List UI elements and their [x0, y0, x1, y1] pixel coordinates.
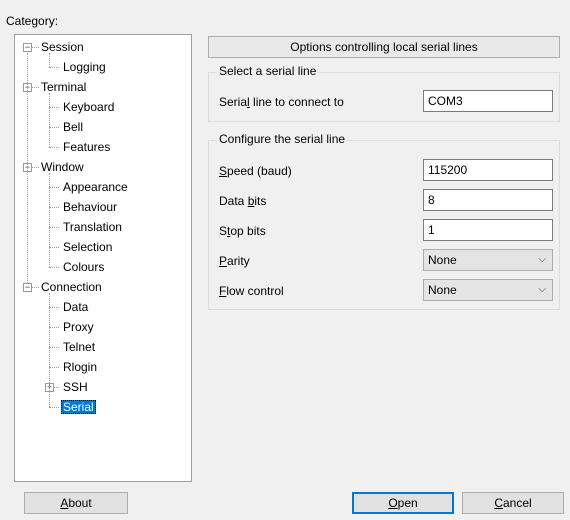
serial-line-label: Serial line to connect to	[219, 95, 344, 109]
tree-item-label: Serial	[61, 400, 96, 414]
collapse-icon[interactable]: −	[23, 283, 32, 292]
tree-connector	[49, 147, 59, 148]
tree-item-proxy[interactable]: Proxy	[61, 317, 96, 337]
tree-item-label: Logging	[63, 60, 106, 74]
parity-select[interactable]: None ⌵	[423, 249, 553, 271]
tree-item-rlogin[interactable]: Rlogin	[61, 357, 99, 377]
tree-item-label: Keyboard	[63, 100, 115, 114]
tree-item-behaviour[interactable]: Behaviour	[61, 197, 119, 217]
tree-item-label: SSH	[63, 380, 88, 394]
open-button[interactable]: Open	[352, 492, 454, 514]
chevron-down-icon: ⌵	[538, 254, 546, 265]
about-button[interactable]: About	[24, 492, 128, 514]
tree-item-label: Colours	[63, 260, 105, 274]
tree-item-session[interactable]: Session	[39, 37, 86, 57]
tree-item-label: Behaviour	[63, 200, 118, 214]
flow-control-select[interactable]: None ⌵	[423, 279, 553, 301]
tree-connector	[49, 247, 59, 248]
tree-item-colours[interactable]: Colours	[61, 257, 106, 277]
tree-connector	[49, 207, 59, 208]
tree-item-ssh[interactable]: SSH	[61, 377, 90, 397]
select-serial-line-title: Select a serial line	[217, 64, 319, 78]
configure-serial-line-title: Configure the serial line	[217, 132, 348, 146]
tree-connector	[49, 187, 59, 188]
tree-guide-line	[49, 93, 50, 147]
speed-label: Speed (baud)	[219, 164, 292, 178]
parity-label: Parity	[219, 254, 250, 268]
tree-item-label: Translation	[63, 220, 122, 234]
tree-connector	[49, 327, 59, 328]
cancel-button[interactable]: Cancel	[462, 492, 564, 514]
tree-connector	[49, 407, 59, 408]
tree-item-selection[interactable]: Selection	[61, 237, 114, 257]
configure-serial-line-group: Configure the serial line Speed (baud) 1…	[208, 132, 560, 310]
tree-root-line	[27, 53, 28, 283]
tree-item-keyboard[interactable]: Keyboard	[61, 97, 116, 117]
tree-connector	[49, 67, 59, 68]
chevron-down-icon: ⌵	[538, 284, 546, 295]
tree-item-terminal[interactable]: Terminal	[39, 77, 88, 97]
category-label: Category:	[6, 14, 59, 28]
tree-item-label: Proxy	[63, 320, 94, 334]
tree-connector	[49, 307, 59, 308]
tree-connector	[49, 227, 59, 228]
tree-item-label: Window	[41, 160, 84, 174]
serial-line-input[interactable]: COM3	[423, 90, 553, 112]
tree-item-label: Selection	[63, 240, 113, 254]
tree-connector	[49, 107, 59, 108]
flow-control-value: None	[428, 283, 457, 297]
tree-item-logging[interactable]: Logging	[61, 57, 108, 77]
flow-control-label: Flow control	[219, 284, 284, 298]
tree-guide-line	[49, 173, 50, 267]
tree-item-label: Rlogin	[63, 360, 98, 374]
parity-value: None	[428, 253, 457, 267]
tree-item-label: Appearance	[63, 180, 128, 194]
tree-item-translation[interactable]: Translation	[61, 217, 124, 237]
tree-connector	[49, 367, 59, 368]
panel-header: Options controlling local serial lines	[208, 36, 560, 58]
tree-guide-line	[49, 53, 50, 67]
tree-connector	[49, 127, 59, 128]
tree-connector	[49, 267, 59, 268]
select-serial-line-group: Select a serial line Serial line to conn…	[208, 64, 560, 122]
tree-connector	[49, 347, 59, 348]
tree-item-features[interactable]: Features	[61, 137, 112, 157]
category-tree[interactable]: Session − Logging Terminal − Keyboard Bell Feat…	[14, 34, 192, 482]
tree-item-label: Bell	[63, 120, 84, 134]
tree-item-window[interactable]: Window	[39, 157, 86, 177]
data-bits-input[interactable]: 8	[423, 189, 553, 211]
tree-item-serial[interactable]: Serial	[61, 397, 96, 417]
tree-item-label: Terminal	[41, 80, 87, 94]
stop-bits-label: Stop bits	[219, 224, 266, 238]
data-bits-label: Data bits	[219, 194, 267, 208]
collapse-icon[interactable]: −	[23, 43, 32, 52]
tree-item-bell[interactable]: Bell	[61, 117, 85, 137]
speed-input[interactable]: 115200	[423, 159, 553, 181]
tree-item-label: Telnet	[63, 340, 96, 354]
tree-item-data[interactable]: Data	[61, 297, 90, 317]
stop-bits-input[interactable]: 1	[423, 219, 553, 241]
tree-item-label: Data	[63, 300, 89, 314]
tree-item-label: Connection	[41, 280, 102, 294]
tree-item-label: Session	[41, 40, 84, 54]
tree-item-label: Features	[63, 140, 111, 154]
tree-item-appearance[interactable]: Appearance	[61, 177, 130, 197]
tree-guide-line	[49, 293, 50, 407]
tree-item-telnet[interactable]: Telnet	[61, 337, 97, 357]
